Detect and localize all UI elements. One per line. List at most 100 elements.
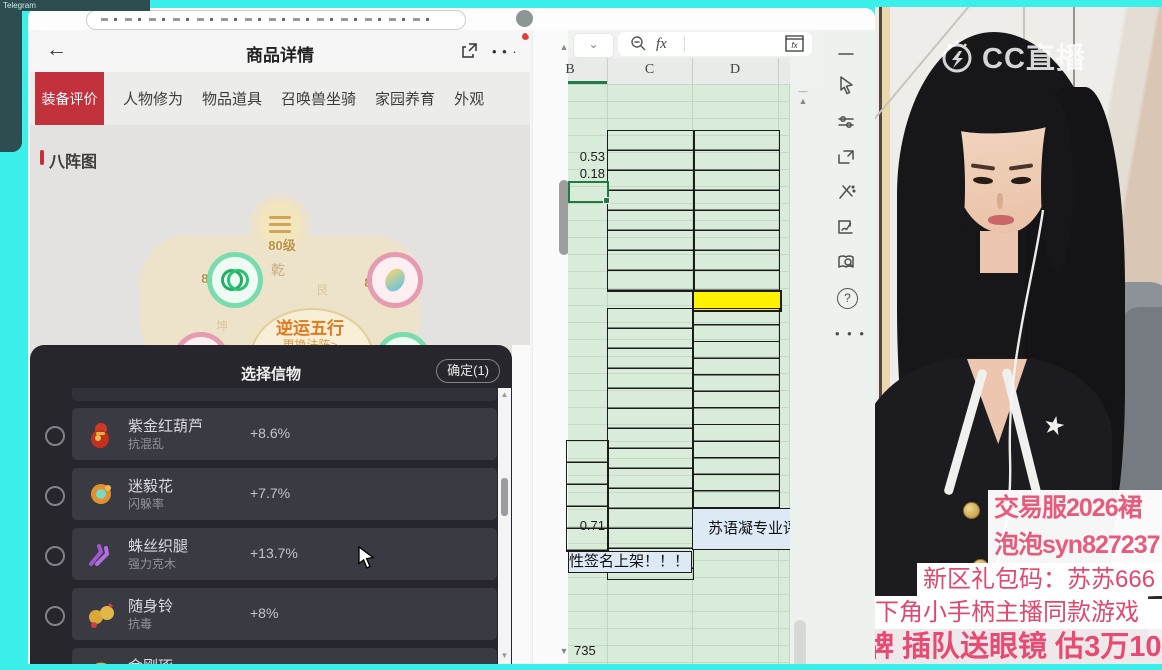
- help-icon[interactable]: ?: [835, 286, 859, 310]
- section-marker: [40, 150, 44, 165]
- background-window-edge: [0, 0, 22, 152]
- list-item[interactable]: 随身铃 抗毒 +8%: [72, 588, 497, 640]
- trigram-qian: 乾: [271, 262, 285, 278]
- tab-pets[interactable]: 召唤兽坐骑: [281, 88, 356, 109]
- cell-value[interactable]: 0.18: [568, 166, 605, 181]
- tab-home[interactable]: 家园养育: [375, 88, 435, 109]
- book-search-icon[interactable]: [835, 251, 859, 275]
- cc-logo-text: CC直播: [982, 43, 1086, 75]
- divider: [692, 58, 693, 84]
- cursor-select-icon[interactable]: [835, 74, 859, 98]
- gourd-icon: [85, 418, 117, 450]
- wps-toolbar: ? • • •: [818, 30, 875, 664]
- overlay-line: 交易服2026裙: [994, 494, 1143, 522]
- background-window-titlebar: Telegram: [0, 0, 150, 11]
- slot-green-rings[interactable]: [207, 252, 263, 308]
- phone-mirror-panel: ← 商品详情 • • · 装备评价 人物修为 物品道具 召唤兽坐骑 家园养育 外…: [30, 30, 530, 664]
- modal-scrollbar[interactable]: ▲ ▼: [498, 388, 511, 664]
- fill-handle[interactable]: [603, 197, 610, 204]
- overlay-line: 泡泡syn827237: [994, 531, 1161, 559]
- tab-character[interactable]: 人物修为: [123, 88, 183, 109]
- item-bonus: +8%: [250, 605, 279, 621]
- radio-item-4[interactable]: [45, 606, 65, 626]
- column-d-header[interactable]: D: [692, 62, 778, 78]
- list-item[interactable]: 蛛丝织腿 强力克木 +13.7%: [72, 528, 497, 580]
- item-attr: 抗混乱: [128, 437, 165, 451]
- divider: [693, 131, 695, 291]
- trigram-gen: 艮: [316, 283, 329, 297]
- cell-value[interactable]: 0.53: [568, 149, 605, 164]
- more-menu-icon[interactable]: • • ·: [492, 44, 518, 59]
- radio-item-1[interactable]: [45, 426, 65, 446]
- radio-item-2[interactable]: [45, 486, 65, 506]
- avatar[interactable]: [516, 10, 533, 27]
- panel-gutter: [512, 345, 530, 664]
- url-bar[interactable]: [86, 10, 466, 30]
- scroll-down-icon[interactable]: ▼: [498, 651, 511, 660]
- level-label-top: 80级: [268, 238, 296, 253]
- name-box[interactable]: ⌄: [573, 33, 614, 58]
- radio-item-3[interactable]: [45, 546, 65, 566]
- tab-items[interactable]: 物品道具: [202, 88, 262, 109]
- item-name: 蛛丝织腿: [128, 538, 189, 555]
- modal-scrollbar-thumb[interactable]: [501, 478, 508, 516]
- item-attr: 抗毒: [128, 617, 153, 631]
- item-bonus: +13.7%: [250, 545, 298, 561]
- more-icon[interactable]: • • •: [835, 326, 866, 341]
- share-icon[interactable]: [460, 42, 478, 65]
- column-c-header[interactable]: C: [607, 62, 692, 78]
- tab-bar: 装备评价 人物修为 物品道具 召唤兽坐骑 家园养育 外观: [30, 72, 530, 125]
- token-picker-modal: 选择信物 确定(1) 紫金红葫芦 抗混乱 +8.6% 迷毅花 闪躲率 +7.7%: [30, 345, 512, 664]
- tab-appearance[interactable]: 外观: [454, 88, 484, 109]
- adjust-sliders-icon[interactable]: [835, 111, 859, 135]
- signature-icon[interactable]: [835, 216, 859, 240]
- app-header: ← 商品详情 • • ·: [30, 30, 530, 72]
- capture-border-top: [0, 0, 1162, 7]
- cell-value[interactable]: 0.71: [568, 518, 605, 533]
- spreadsheet-panel: ⌄ fx fx B C D 0.53 0.18 0.71 苏语凝专业评 性签名上…: [565, 30, 818, 664]
- browser-toolbar: [28, 8, 875, 30]
- cell-value[interactable]: 735: [574, 643, 596, 658]
- split-handle[interactable]: —: [793, 86, 813, 96]
- slot-blue-feather[interactable]: [367, 252, 423, 308]
- feather-icon: [381, 265, 409, 295]
- list-item-partial: [72, 388, 497, 401]
- item-attr: 闪躲率: [128, 497, 165, 511]
- notification-dot: [522, 33, 529, 40]
- sheet-scrollbar-thumb[interactable]: [794, 620, 806, 664]
- livestream-panel: ★ CC直播 交易服2026裙 泡泡syn827237 新区礼包码：苏苏666 …: [875, 7, 1162, 664]
- confirm-button[interactable]: 确定(1): [436, 359, 500, 383]
- item-name: 紫金红葫芦: [128, 418, 204, 435]
- note-row[interactable]: 性签名上架！！！: [568, 551, 692, 573]
- zoom-out-icon[interactable]: [630, 35, 647, 57]
- tools-icon[interactable]: [835, 181, 859, 205]
- divider: [778, 58, 779, 84]
- sheet-margin: [790, 84, 818, 664]
- formula-input[interactable]: fx fx: [618, 32, 812, 56]
- spider-legs-icon: [85, 538, 117, 570]
- overlay-gift-code: 新区礼包码：苏苏666: [917, 563, 1162, 596]
- list-item[interactable]: 迷毅花 闪躲率 +7.7%: [72, 468, 497, 520]
- formula-bar: ⌄ fx fx: [568, 30, 818, 58]
- item-name: 随身铃: [128, 598, 174, 615]
- minimize-icon[interactable]: [835, 42, 859, 66]
- active-cell[interactable]: [568, 181, 610, 204]
- scroll-up-icon[interactable]: ▲: [498, 390, 511, 399]
- column-b-header[interactable]: B: [560, 62, 580, 78]
- background-window-label: Telegram: [3, 1, 36, 10]
- green-ring-icon: [227, 269, 249, 291]
- list-item[interactable]: 金刚琢: [72, 648, 497, 664]
- overlay-game-hint: 下角小手柄主播同款游戏: [875, 596, 1148, 629]
- bordered-block: [607, 130, 780, 292]
- sheet-grid[interactable]: 0.53 0.18 0.71 苏语凝专业评 性签名上架！！！ 735: [566, 84, 814, 664]
- list-item[interactable]: 紫金红葫芦 抗混乱 +8.6%: [72, 408, 497, 460]
- scroll-up-icon[interactable]: ▲: [793, 96, 813, 106]
- sheet-scrollbar-split[interactable]: — ▲: [793, 86, 813, 106]
- mouse-cursor: [358, 546, 375, 569]
- desktop-window: ← 商品详情 • • · 装备评价 人物修为 物品道具 召唤兽坐骑 家园养育 外…: [28, 8, 875, 664]
- insert-function-icon[interactable]: fx: [785, 35, 804, 57]
- tab-equip-review[interactable]: 装备评价: [35, 72, 104, 125]
- item-bonus: +7.7%: [250, 485, 291, 501]
- frame-resize-icon[interactable]: [835, 146, 859, 170]
- window-scrollbar[interactable]: ▲ ▼: [532, 30, 571, 664]
